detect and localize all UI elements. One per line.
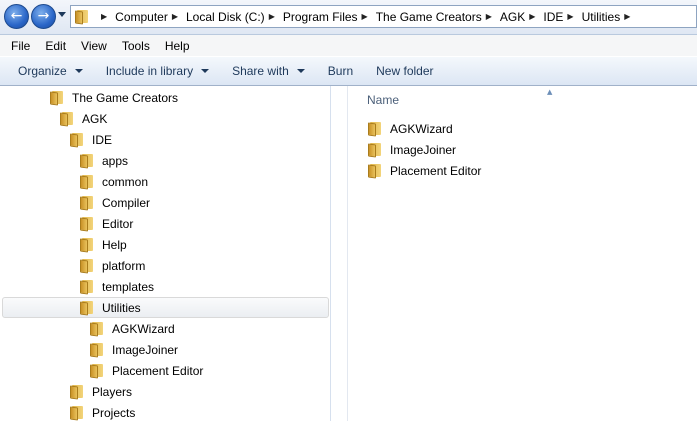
- tree-item-help[interactable]: Help: [80, 234, 127, 255]
- menu-file[interactable]: File: [3, 39, 37, 53]
- file-item-imagejoiner[interactable]: ImageJoiner: [368, 139, 456, 160]
- folder-icon: [80, 153, 96, 169]
- tree-item-common[interactable]: common: [80, 171, 148, 192]
- tree-item-agk[interactable]: AGK: [60, 108, 107, 129]
- share-with-button[interactable]: Share with: [224, 64, 313, 78]
- address-bar[interactable]: ▶ Computer ▶ Local Disk (C:) ▶ Program Fil…: [70, 5, 697, 28]
- file-item-agkwizard[interactable]: AGKWizard: [368, 118, 453, 139]
- file-list-pane: ▲ Name AGKWizard ImageJoiner Placement E…: [348, 86, 697, 421]
- folder-icon: [80, 258, 96, 274]
- breadcrumb-local-disk[interactable]: Local Disk (C:) ▶: [186, 10, 283, 24]
- tree-item-the-game-creators[interactable]: The Game Creators: [50, 87, 178, 108]
- folder-icon: [70, 405, 86, 421]
- forward-button[interactable]: →: [31, 4, 56, 29]
- tree-item-compiler[interactable]: Compiler: [80, 192, 150, 213]
- folder-icon: [80, 216, 96, 232]
- recent-pages-dropdown-icon[interactable]: [58, 12, 66, 17]
- breadcrumb-program-files[interactable]: Program Files ▶: [283, 10, 376, 24]
- folder-icon: [80, 195, 96, 211]
- tree-item-ide[interactable]: IDE: [70, 129, 112, 150]
- menu-bar: File Edit View Tools Help: [0, 35, 697, 56]
- back-arrow-icon: ←: [10, 8, 23, 24]
- folder-icon: [368, 163, 384, 179]
- folder-icon: [90, 363, 106, 379]
- folder-icon: [368, 142, 384, 158]
- command-bar: Organize Include in library Share with B…: [0, 56, 697, 86]
- tree-item-agkwizard[interactable]: AGKWizard: [90, 318, 175, 339]
- breadcrumb-computer[interactable]: Computer ▶: [115, 10, 186, 24]
- folder-icon: [75, 9, 91, 25]
- folder-icon: [90, 321, 106, 337]
- forward-arrow-icon: →: [37, 8, 50, 24]
- address-row: ← → ▶ Computer ▶ Local Disk (C:) ▶ Program…: [0, 0, 697, 35]
- tree-item-imagejoiner[interactable]: ImageJoiner: [90, 339, 178, 360]
- menu-tools[interactable]: Tools: [114, 39, 157, 53]
- folder-icon: [60, 111, 76, 127]
- menu-edit[interactable]: Edit: [37, 39, 73, 53]
- folder-icon: [90, 342, 106, 358]
- folder-icon: [80, 279, 96, 295]
- menu-help[interactable]: Help: [157, 39, 197, 53]
- tree-item-players[interactable]: Players: [70, 381, 132, 402]
- breadcrumb-root-arrow[interactable]: ▶: [97, 12, 115, 21]
- menu-view[interactable]: View: [73, 39, 114, 53]
- breadcrumb-utilities[interactable]: Utilities ▶: [582, 10, 639, 24]
- file-item-placement-editor[interactable]: Placement Editor: [368, 160, 481, 181]
- include-in-library-button[interactable]: Include in library: [98, 64, 217, 78]
- folder-icon: [50, 90, 66, 106]
- folder-icon: [80, 237, 96, 253]
- folder-icon: [70, 132, 86, 148]
- breadcrumb-the-game-creators[interactable]: The Game Creators ▶: [376, 10, 500, 24]
- new-folder-button[interactable]: New folder: [368, 64, 441, 78]
- tree-item-templates[interactable]: templates: [80, 276, 154, 297]
- folder-icon: [368, 121, 384, 137]
- tree-item-utilities[interactable]: Utilities: [2, 297, 329, 318]
- folder-icon: [80, 300, 96, 316]
- chevron-down-icon: [296, 69, 305, 73]
- tree-item-placement-editor[interactable]: Placement Editor: [90, 360, 203, 381]
- chevron-down-icon: [74, 69, 83, 73]
- back-button[interactable]: ←: [4, 4, 29, 29]
- tree-item-editor[interactable]: Editor: [80, 213, 133, 234]
- organize-button[interactable]: Organize: [10, 64, 91, 78]
- tree-item-projects[interactable]: Projects: [70, 402, 135, 421]
- breadcrumb-ide[interactable]: IDE ▶: [543, 10, 581, 24]
- burn-button[interactable]: Burn: [320, 64, 361, 78]
- chevron-down-icon: [201, 69, 210, 73]
- column-header-name[interactable]: Name: [367, 93, 399, 107]
- folder-icon: [80, 174, 96, 190]
- breadcrumb-agk[interactable]: AGK ▶: [500, 10, 544, 24]
- navigation-pane: The Game Creators AGK IDE apps common Co…: [0, 86, 331, 421]
- tree-item-platform[interactable]: platform: [80, 255, 145, 276]
- tree-item-apps[interactable]: apps: [80, 150, 128, 171]
- pane-splitter[interactable]: [331, 86, 348, 421]
- sort-ascending-icon: ▲: [547, 88, 553, 96]
- folder-icon: [70, 384, 86, 400]
